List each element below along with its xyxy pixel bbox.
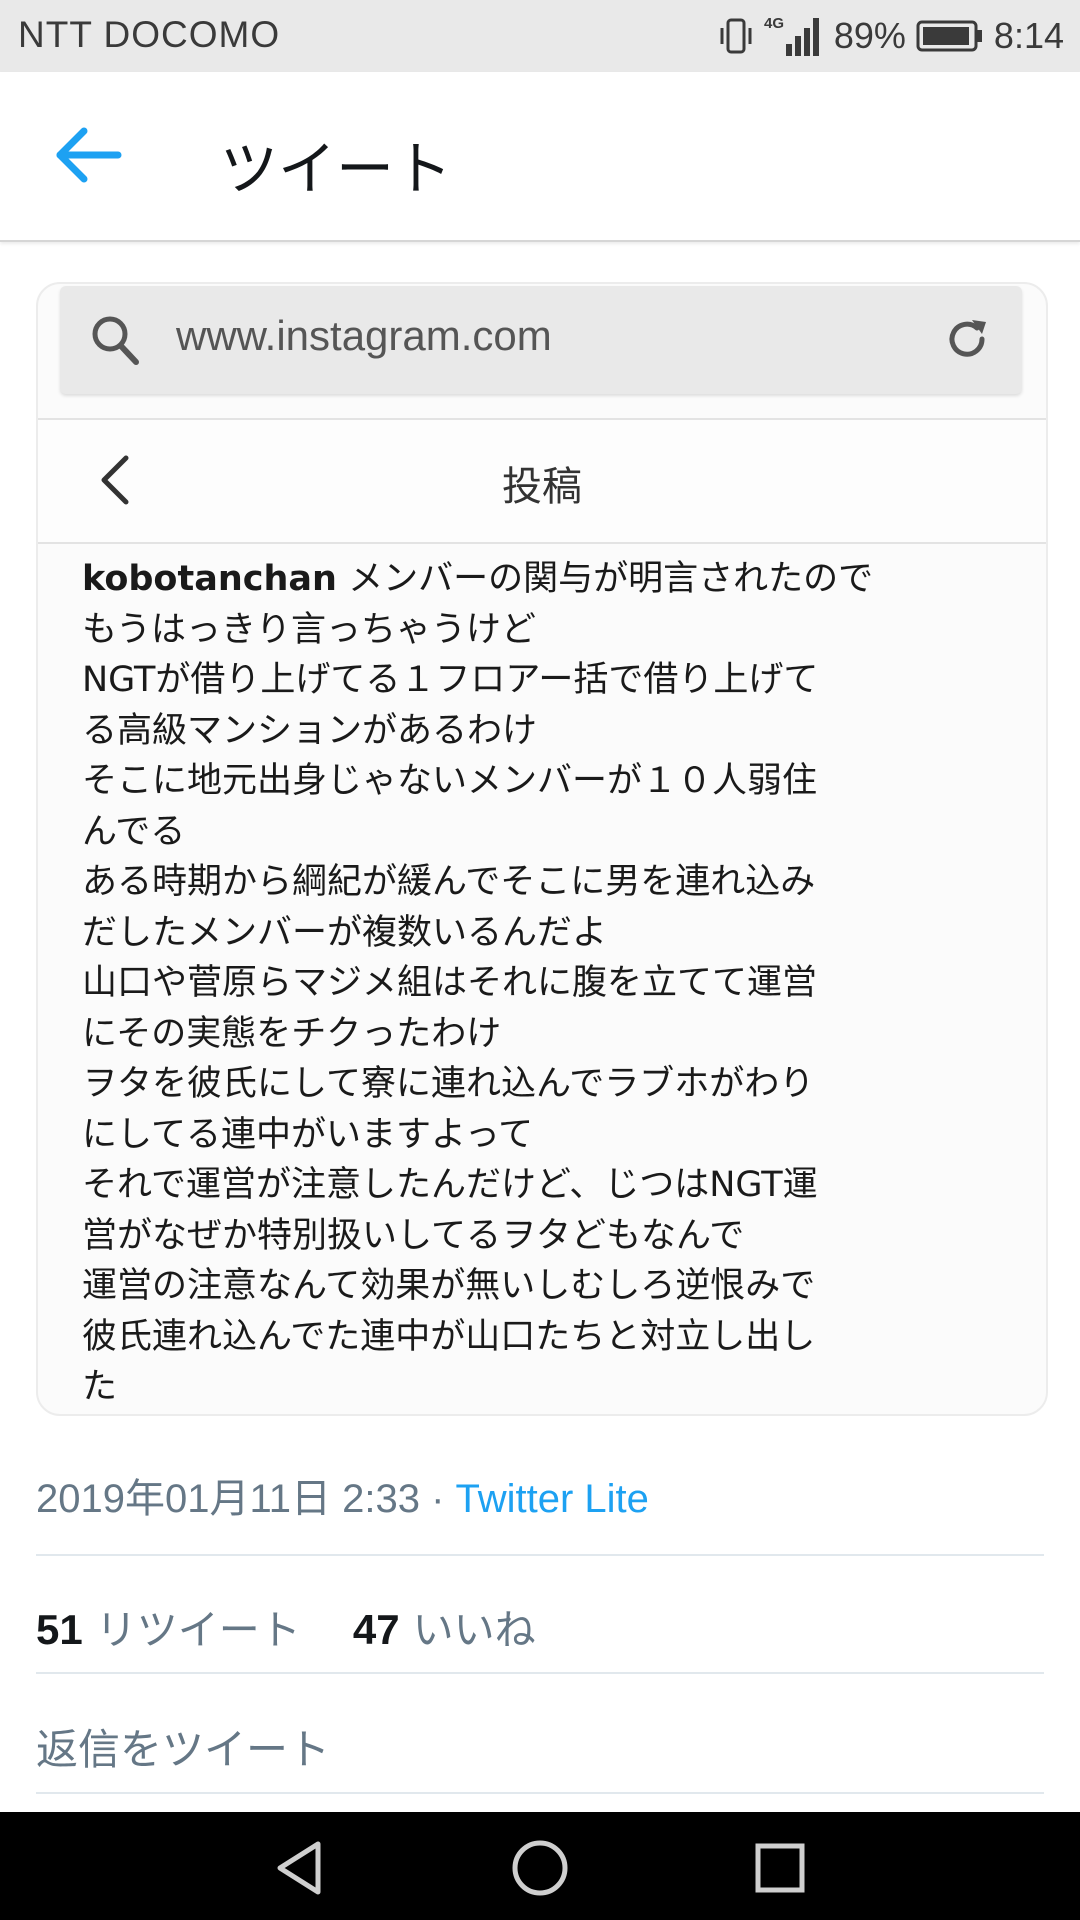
divider — [36, 1554, 1044, 1556]
caption-line: それで運営が注意したんだけど、じつはNGT運 — [82, 1165, 818, 1205]
tweet-timestamp: 2019年01月11日 2:33 · Twitter Lite — [36, 1466, 649, 1524]
tweet-stats: 51 リツイート 47 いいね — [36, 1596, 536, 1656]
retweets-stat[interactable]: 51 リツイート — [36, 1606, 301, 1654]
caption-line: 運営の注意なんて効果が無いしむしろ逆恨みで — [82, 1266, 816, 1306]
search-icon — [92, 316, 139, 365]
post-username: kobotanchan — [82, 559, 337, 599]
caption-line: ある時期から綱紀が緩んでそこに男を連れ込み — [82, 862, 816, 902]
caption-line: 彼氏連れ込んでた連中が山口たちと対立し出し — [82, 1316, 816, 1357]
post-caption: kobotanchan メンバーの関与が明言されたので もうはっきり言っちゃうけ… — [82, 554, 1002, 1413]
caption-line: NGTが借り上げてる１フロアー括で借り上げて — [82, 660, 819, 700]
reload-icon — [949, 320, 986, 357]
caption-line: もうはっきり言っちゃうけど — [82, 609, 536, 650]
caption-line: んでる — [82, 811, 186, 852]
likes-count: 47 — [352, 1606, 400, 1653]
navigation-bar — [0, 1812, 1080, 1920]
caption-line: ヲタを彼氏にして寮に連れ込んでラブホがわり — [82, 1064, 815, 1104]
caption-line: にしてる連中がいますよって — [82, 1114, 534, 1155]
caption-line: kobotanchan メンバーの関与が明言されたので — [82, 559, 874, 599]
divider — [36, 1792, 1044, 1794]
nav-back-icon[interactable] — [268, 1836, 332, 1900]
nav-home-icon[interactable] — [508, 1836, 572, 1900]
caption-line: た — [82, 1367, 118, 1407]
instagram-post-header: 投稿 — [38, 418, 1046, 544]
retweets-count: 51 — [36, 1606, 83, 1653]
network-type-label: 4G — [764, 15, 784, 32]
status-bar: NTT DOCOMO 4G 89% 8:14 — [0, 0, 1080, 72]
likes-stat[interactable]: 47 いいね — [353, 1606, 536, 1654]
carrier-name: NTT DOCOMO — [18, 14, 281, 55]
caption-line: にその実態をチクったわけ — [82, 1013, 502, 1054]
timestamp-text: 2019年01月11日 2:33 · — [36, 1477, 456, 1521]
back-button[interactable] — [52, 120, 142, 190]
tweet-image[interactable]: www.instagram.com 投稿 kobotanchan メンバーの関与… — [36, 282, 1048, 1416]
caption-line: る高級マンションがあるわけ — [82, 710, 538, 751]
caption-line: だしたメンバーが複数いるんだよ — [82, 912, 608, 953]
caption-line: そこに地元出身じゃないメンバーが１０人弱住 — [82, 761, 818, 801]
source-link[interactable]: Twitter Lite — [456, 1477, 649, 1521]
url-text: www.instagram.com — [176, 312, 552, 359]
reply-input[interactable]: 返信をツイート — [36, 1716, 330, 1777]
nav-recents-icon[interactable] — [748, 1836, 812, 1900]
caption-line: 営がなぜか特別扱いしてるヲタどもなんで — [82, 1215, 745, 1256]
arrow-left-icon — [56, 127, 122, 183]
battery-icon — [916, 20, 982, 52]
signal-icon: 4G — [764, 15, 819, 56]
status-indicators: 4G 89% 8:14 — [718, 12, 1064, 60]
retweets-label: リツイート — [95, 1606, 301, 1654]
likes-label: いいね — [412, 1606, 536, 1654]
caption-line: 山口や菅原らマジメ組はそれに腹を立てて運営 — [82, 963, 818, 1003]
clock: 8:14 — [993, 15, 1064, 56]
instagram-page-title: 投稿 — [502, 464, 582, 510]
app-header: ツイート — [0, 72, 1080, 242]
divider — [36, 1672, 1044, 1674]
browser-url-bar: www.instagram.com — [60, 286, 1022, 394]
battery-percent: 89% — [833, 15, 906, 56]
page-title: ツイート — [220, 135, 453, 203]
vibrate-icon — [720, 18, 752, 54]
